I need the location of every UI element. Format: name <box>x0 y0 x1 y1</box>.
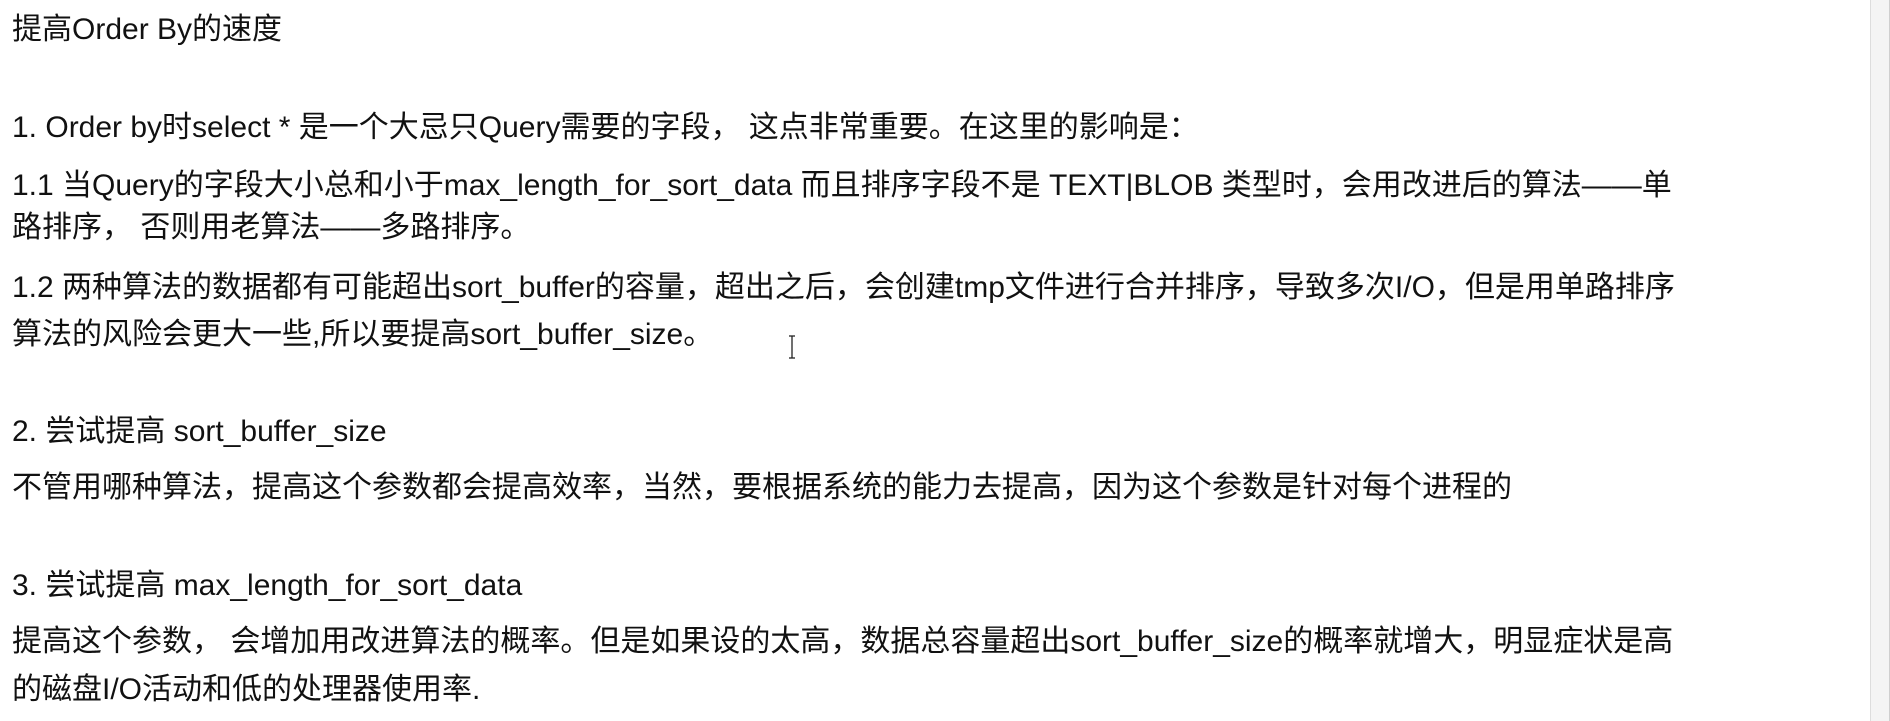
item-1-2-line-1: 1.2 两种算法的数据都有可能超出sort_buffer的容量，超出之后，会创建… <box>12 271 1675 304</box>
text-cursor-icon <box>789 334 795 360</box>
item-1-1-line-1: 1.1 当Query的字段大小总和小于max_length_for_sort_d… <box>12 169 1672 202</box>
item-1-2-line-2: 算法的风险会更大一些,所以要提高sort_buffer_size。 <box>12 318 714 351</box>
section-2-body: 不管用哪种算法，提高这个参数都会提高效率，当然，要根据系统的能力去提高，因为这个… <box>12 471 1512 504</box>
document-page: 提高Order By的速度 1. Order by时select * 是一个大忌… <box>0 0 1890 721</box>
document-title: 提高Order By的速度 <box>12 13 283 46</box>
section-3-body-line-1: 提高这个参数， 会增加用改进算法的概率。但是如果设的太高，数据总容量超出sort… <box>12 625 1674 658</box>
section-3-heading: 3. 尝试提高 max_length_for_sort_data <box>12 569 523 602</box>
section-3-body-line-2: 的磁盘I/O活动和低的处理器使用率. <box>12 673 481 706</box>
section-2-heading: 2. 尝试提高 sort_buffer_size <box>12 415 387 448</box>
section-1-heading: 1. Order by时select * 是一个大忌只Query需要的字段， 这… <box>12 111 1199 144</box>
item-1-1-line-2: 路排序， 否则用老算法——多路排序。 <box>12 211 531 244</box>
vertical-scrollbar[interactable] <box>1870 0 1889 721</box>
